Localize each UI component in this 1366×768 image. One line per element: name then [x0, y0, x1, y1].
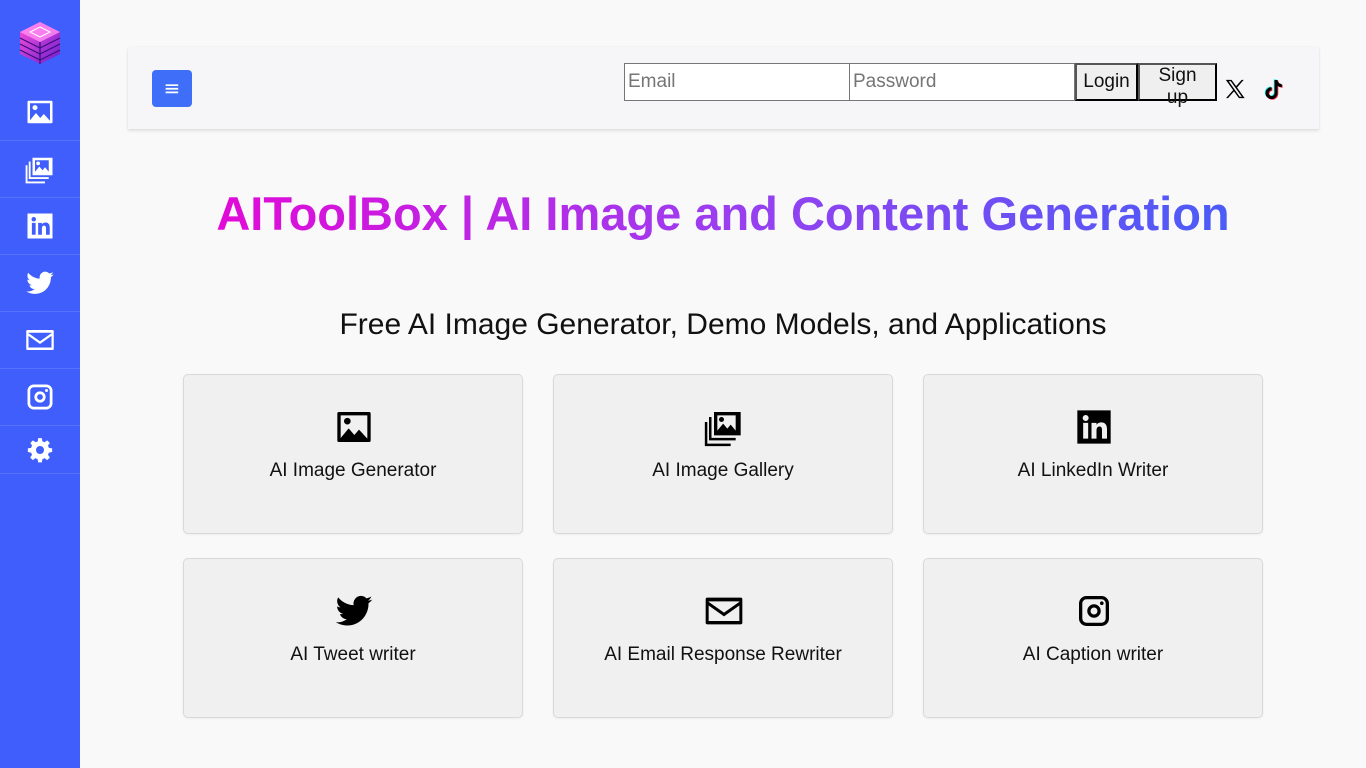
- login-button[interactable]: Login: [1075, 63, 1138, 101]
- tiktok-icon[interactable]: [1261, 77, 1285, 103]
- sidebar-item-image-generator[interactable]: [0, 84, 80, 141]
- card-ai-image-gallery[interactable]: AI Image Gallery: [553, 374, 893, 534]
- page-title: AIToolBox | AI Image and Content Generat…: [216, 187, 1230, 240]
- linkedin-icon: [1074, 407, 1114, 447]
- linkedin-icon: [25, 211, 55, 241]
- email-input[interactable]: [624, 63, 850, 101]
- gallery-icon: [25, 154, 55, 184]
- card-ai-email-response-rewriter[interactable]: AI Email Response Rewriter: [553, 558, 893, 718]
- sidebar: [0, 0, 80, 768]
- card-label: AI Caption writer: [1022, 644, 1164, 665]
- instagram-icon: [25, 382, 55, 412]
- cube-stack-logo-icon[interactable]: [19, 21, 61, 65]
- menu-toggle-button[interactable]: ≡: [152, 70, 192, 107]
- page-subtitle: Free AI Image Generator, Demo Models, an…: [339, 308, 1107, 341]
- sidebar-item-image-gallery[interactable]: [0, 141, 80, 198]
- sidebar-item-tweet-writer[interactable]: [0, 255, 80, 312]
- twitter-icon: [334, 591, 374, 631]
- instagram-icon: [1076, 593, 1112, 629]
- gallery-icon: [702, 407, 746, 447]
- card-ai-caption-writer[interactable]: AI Caption writer: [923, 558, 1263, 718]
- x-icon[interactable]: [1224, 78, 1246, 100]
- envelope-icon: [704, 591, 744, 631]
- sidebar-item-linkedin-writer[interactable]: [0, 198, 80, 255]
- card-ai-image-generator[interactable]: AI Image Generator: [183, 374, 523, 534]
- card-label: AI Image Generator: [269, 460, 437, 481]
- card-ai-linkedin-writer[interactable]: AI LinkedIn Writer: [923, 374, 1263, 534]
- sidebar-item-email-rewriter[interactable]: [0, 312, 80, 369]
- card-label: AI Tweet writer: [290, 644, 416, 665]
- gear-icon: [27, 437, 53, 463]
- password-input[interactable]: [849, 63, 1075, 101]
- envelope-icon: [25, 325, 55, 355]
- sidebar-item-settings[interactable]: [0, 426, 80, 474]
- card-label: AI Email Response Rewriter: [604, 644, 842, 665]
- signup-button[interactable]: Sign up: [1138, 63, 1217, 108]
- sidebar-item-caption-writer[interactable]: [0, 369, 80, 426]
- top-header: ≡ Login Sign up: [128, 47, 1319, 129]
- image-icon: [334, 407, 374, 447]
- card-label: AI Image Gallery: [652, 460, 794, 481]
- card-label: AI LinkedIn Writer: [1017, 460, 1169, 481]
- card-ai-tweet-writer[interactable]: AI Tweet writer: [183, 558, 523, 718]
- twitter-icon: [25, 268, 55, 298]
- image-icon: [25, 97, 55, 127]
